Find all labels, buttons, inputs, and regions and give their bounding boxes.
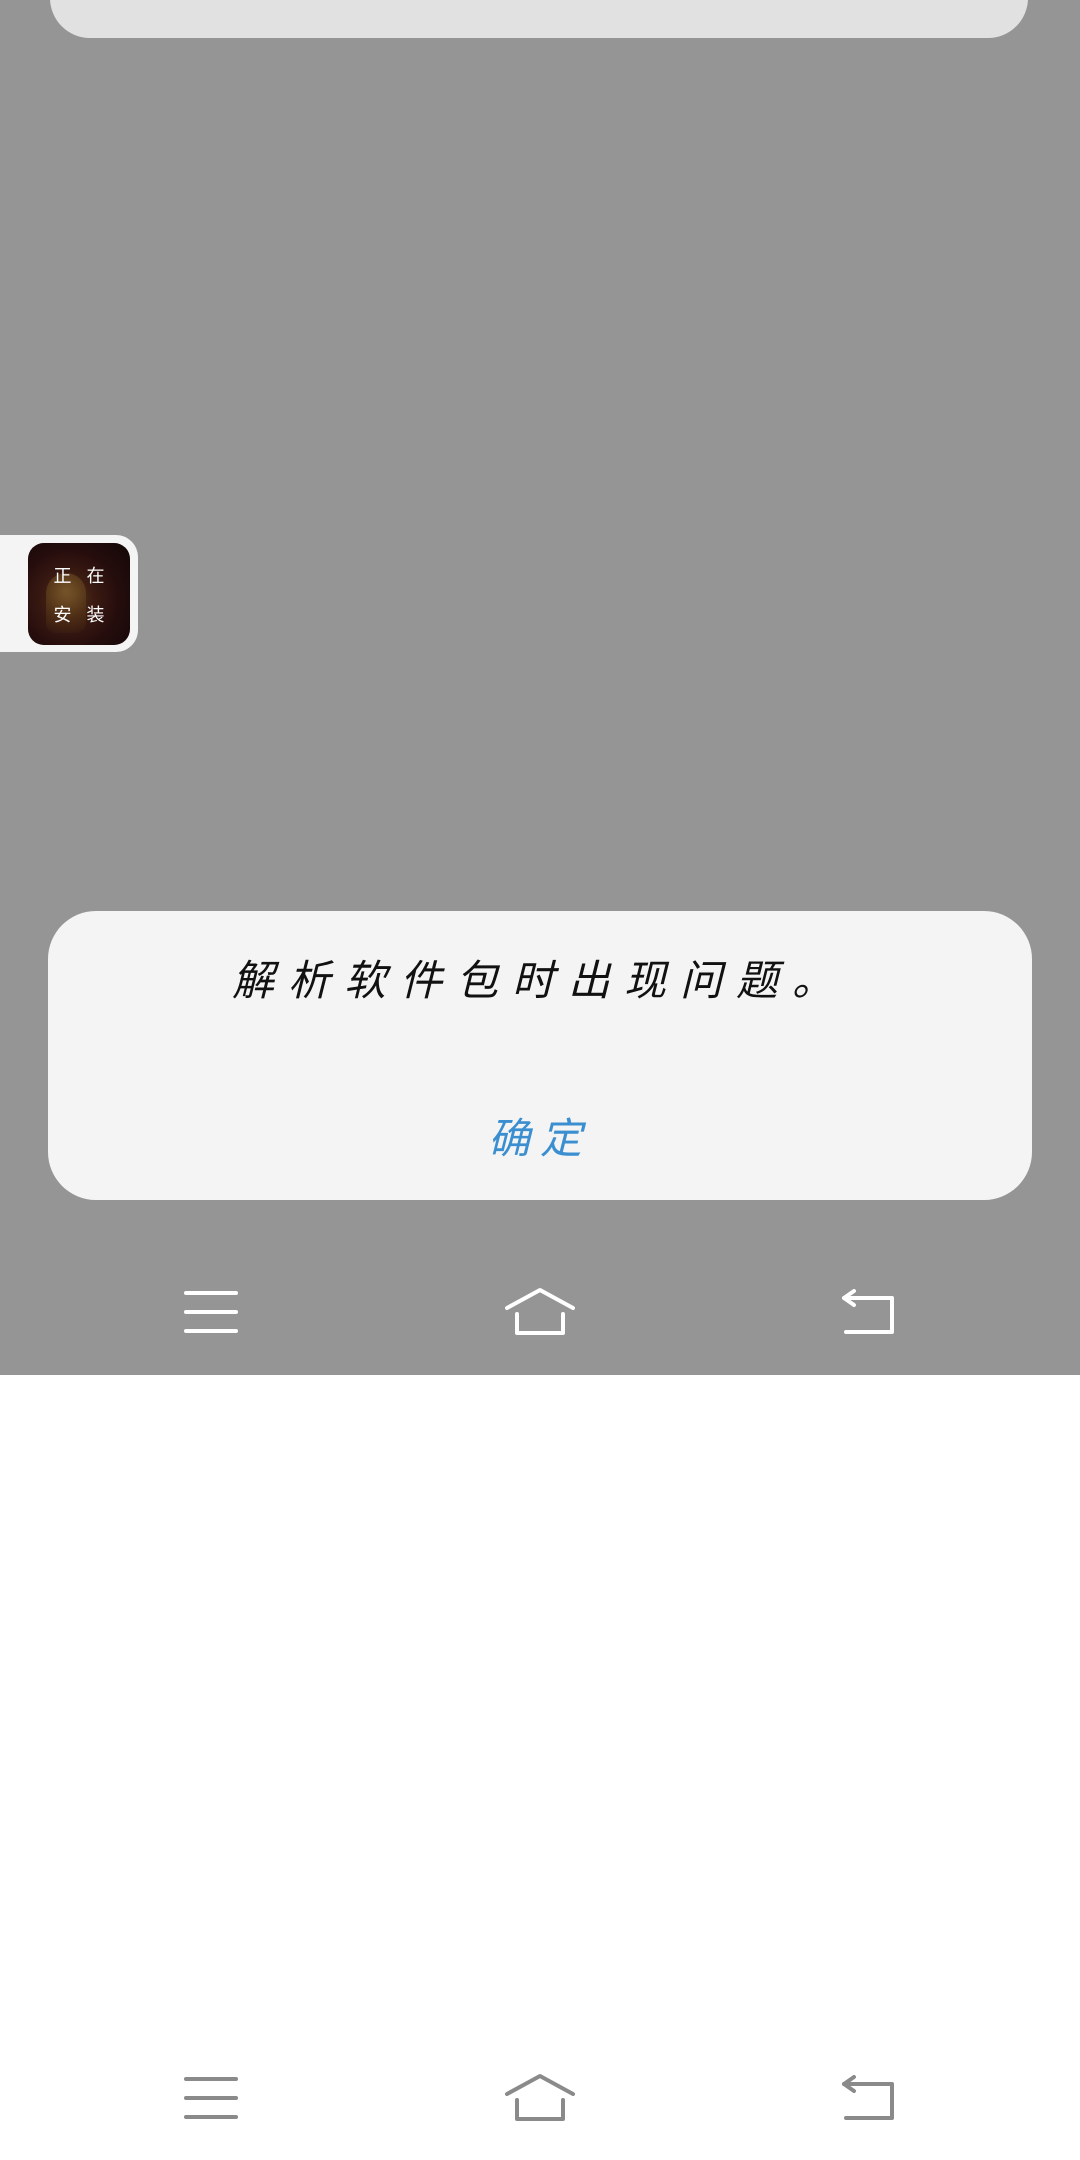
- background-card: [50, 0, 1028, 38]
- installing-char: 正: [53, 565, 72, 587]
- back-icon: [842, 2075, 894, 2120]
- navigation-bar-upper: [0, 1262, 1080, 1362]
- menu-button[interactable]: [161, 1262, 261, 1362]
- ok-button[interactable]: 确定: [468, 1097, 612, 1174]
- installing-app-thumbnail: 正 在 安 装: [28, 543, 130, 645]
- home-button[interactable]: [490, 2048, 590, 2148]
- menu-icon: [184, 1291, 238, 1333]
- back-icon: [842, 1289, 894, 1334]
- installing-char: 安: [53, 604, 72, 626]
- error-dialog: 解析软件包时出现问题。 确定: [48, 911, 1032, 1200]
- menu-icon: [184, 2077, 238, 2119]
- installing-label: 正 在 安 装: [28, 543, 130, 645]
- installing-char: 在: [86, 565, 105, 587]
- installing-floating-badge[interactable]: 正 在 安 装: [0, 535, 138, 652]
- dialog-message: 解析软件包时出现问题。: [231, 956, 848, 1005]
- home-icon: [505, 1288, 575, 1335]
- home-button[interactable]: [490, 1262, 590, 1362]
- menu-button[interactable]: [161, 2048, 261, 2148]
- navigation-bar-lower: [0, 2048, 1080, 2148]
- back-button[interactable]: [818, 1262, 918, 1362]
- back-button[interactable]: [818, 2048, 918, 2148]
- home-icon: [505, 2074, 575, 2121]
- screen: 正 在 安 装 解析软件包时出现问题。 确定: [0, 0, 1080, 2160]
- installing-char: 装: [86, 604, 105, 626]
